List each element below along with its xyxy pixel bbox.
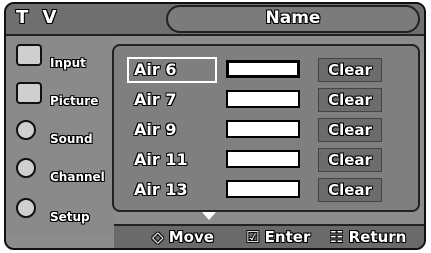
clear-button[interactable]: Clear — [318, 58, 382, 82]
sidebar-item-input[interactable]: Input — [12, 40, 112, 78]
move-hint: ◇ Move — [152, 228, 214, 246]
list-item[interactable]: Air 11 Clear — [128, 148, 408, 172]
title-pill: Name — [166, 5, 420, 33]
input-icon — [16, 44, 42, 66]
list-item[interactable]: Air 6 Clear — [127, 57, 408, 83]
tv-label: T V — [16, 7, 61, 28]
sidebar-item-channel[interactable]: Channel — [12, 154, 112, 192]
list-item[interactable]: Air 13 Clear — [128, 178, 408, 202]
picture-icon — [16, 82, 42, 104]
sidebar-item-label: Input — [50, 56, 86, 70]
clear-button-label: Clear — [328, 121, 372, 139]
list-item[interactable]: Air 9 Clear — [128, 118, 408, 142]
sidebar-item-setup[interactable]: Setup — [12, 194, 112, 232]
title-bar: T V Name — [6, 4, 424, 36]
name-input[interactable] — [226, 120, 300, 138]
channel-name-cell[interactable]: Air 7 — [128, 88, 216, 112]
enter-hint: ☑ Enter — [246, 228, 311, 246]
clear-button-label: Clear — [328, 61, 372, 79]
clear-button-label: Clear — [328, 151, 372, 169]
channel-name: Air 7 — [134, 90, 177, 109]
clear-button-label: Clear — [328, 181, 372, 199]
clear-button[interactable]: Clear — [318, 148, 382, 172]
sidebar-item-picture[interactable]: Picture — [12, 78, 112, 116]
channel-name-cell[interactable]: Air 6 — [127, 57, 217, 83]
name-input[interactable] — [226, 60, 300, 78]
return-hint: ☷ Return — [330, 228, 407, 246]
list-item[interactable]: Air 7 Clear — [128, 88, 408, 112]
clear-button[interactable]: Clear — [318, 118, 382, 142]
sidebar-item-label: Sound — [50, 132, 93, 146]
channel-name: Air 9 — [134, 120, 177, 139]
sidebar-item-label: Picture — [50, 94, 99, 108]
channel-name-cell[interactable]: Air 9 — [128, 118, 216, 142]
footer-hints: ◇ Move ☑ Enter ☷ Return — [114, 224, 424, 248]
channel-name-cell[interactable]: Air 13 — [128, 178, 216, 202]
sound-icon — [16, 120, 36, 140]
sidebar-item-sound[interactable]: Sound — [12, 116, 112, 154]
channel-icon — [16, 158, 36, 178]
name-input[interactable] — [226, 150, 300, 168]
setup-icon — [16, 198, 36, 218]
sidebar-item-label: Setup — [50, 210, 90, 224]
clear-button[interactable]: Clear — [318, 88, 382, 112]
name-list-panel: Air 6 Clear Air 7 Clear Air 9 Clear Air … — [112, 44, 420, 212]
name-input[interactable] — [226, 90, 300, 108]
sidebar-item-label: Channel — [50, 170, 105, 184]
name-input[interactable] — [226, 180, 300, 198]
channel-name: Air 13 — [134, 180, 188, 199]
osd-window: T V Name Input Picture Sound Channel Set… — [4, 2, 426, 250]
page-title: Name — [265, 8, 321, 28]
clear-button[interactable]: Clear — [318, 178, 382, 202]
channel-name-cell[interactable]: Air 11 — [128, 148, 216, 172]
sidebar: Input Picture Sound Channel Setup — [6, 36, 114, 236]
channel-name: Air 6 — [134, 60, 177, 79]
channel-name: Air 11 — [134, 150, 188, 169]
scroll-down-icon[interactable] — [202, 212, 216, 220]
clear-button-label: Clear — [328, 91, 372, 109]
